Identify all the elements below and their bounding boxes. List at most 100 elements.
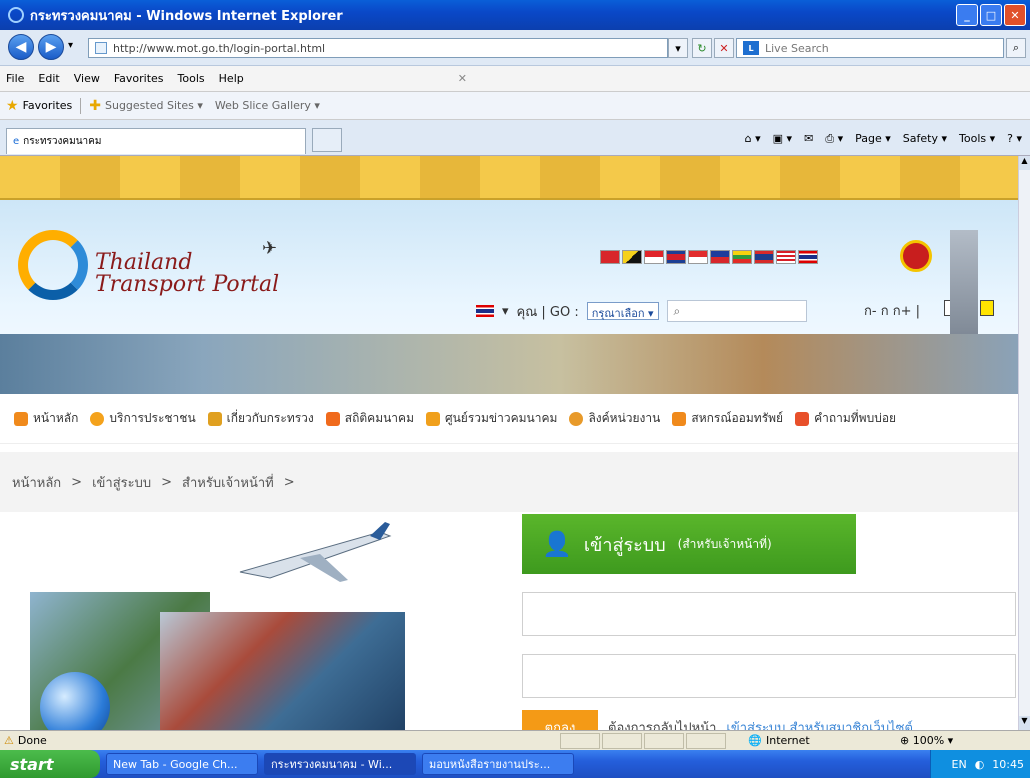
close-toolbar-icon[interactable]: ✕ (458, 72, 467, 85)
nav-faq[interactable]: คำถามที่พบบ่อย (795, 409, 896, 428)
live-search-icon: L (743, 41, 759, 55)
window-title: กระทรวงคมนาคม - Windows Internet Explore… (30, 8, 343, 24)
scroll-down-icon[interactable]: ▼ (1019, 716, 1030, 730)
taskbar-chrome[interactable]: New Tab - Google Ch... (106, 753, 258, 775)
address-bar: ◀ ▶ ▾ http://www.mot.go.th/login-portal.… (0, 30, 1030, 66)
header-tools: ▾ คุณ | GO : กรุณาเลือก ▾ ⌕ (476, 300, 807, 322)
site-header: Thailand Transport Portal ✈ ▾ คุณ | GO:… (0, 200, 1018, 394)
main-content: 👤 เข้าสู่ระบบ (สำหรับเจ้าหน้าที่) ตกลง ต… (0, 512, 1018, 730)
site-search-input[interactable]: ⌕ (666, 300, 807, 322)
services-icon (90, 411, 105, 426)
tab-ie-icon: e (13, 136, 20, 147)
minimize-button[interactable]: _ (956, 4, 978, 26)
breadcrumb-home[interactable]: หน้าหลัก (12, 472, 61, 493)
status-bar: ⚠ Done 🌐 Internet ⊕ 100% ▾ (0, 730, 1030, 750)
favorites-bar: ★ Favorites ✚ Suggested Sites ▾ Web Slic… (0, 92, 1030, 120)
tab-mot[interactable]: e กระทรวงคมนาคม (6, 128, 306, 154)
tab-bar: e กระทรวงคมนาคม ⌂ ▾ ▣ ▾ ✉ ⎙ ▾ Page ▾ Saf… (0, 120, 1030, 156)
language-flag-icon[interactable] (476, 305, 494, 317)
menu-file[interactable]: File (6, 72, 24, 85)
breadcrumb-staff[interactable]: สำหรับเจ้าหน้าที่ (182, 472, 274, 493)
language-indicator[interactable]: EN (952, 758, 967, 771)
safety-menu[interactable]: Safety ▾ (903, 132, 947, 146)
flag-malaysia-icon (776, 250, 796, 264)
menu-view[interactable]: View (74, 72, 100, 85)
mail-icon[interactable]: ✉ (804, 132, 813, 146)
search-icon[interactable]: ⌕ (1006, 38, 1026, 58)
nav-statistics[interactable]: สถิติคมนาคม (325, 409, 414, 428)
menu-edit[interactable]: Edit (38, 72, 59, 85)
page-icon (95, 42, 107, 54)
stop-icon[interactable]: ✕ (714, 38, 734, 58)
new-tab-button[interactable] (312, 128, 342, 152)
nav-public-services[interactable]: บริการประชาชน (90, 409, 196, 428)
search-placeholder: Live Search (765, 41, 829, 55)
url-dropdown-icon[interactable]: ▾ (668, 38, 688, 58)
breadcrumb-login[interactable]: เข้าสู่ระบบ (92, 472, 151, 493)
maximize-button[interactable]: □ (980, 4, 1002, 26)
home-icon[interactable]: ⌂ ▾ (745, 132, 761, 146)
tools-menu[interactable]: Tools ▾ (959, 132, 995, 146)
suggested-sites-link[interactable]: Suggested Sites ▾ (105, 99, 203, 112)
login-title: เข้าสู่ระบบ (583, 534, 666, 556)
back-button[interactable]: ◀ (8, 34, 34, 60)
flag-cambodia-icon (666, 250, 686, 264)
search-input[interactable]: L Live Search (736, 38, 1004, 58)
font-size-controls[interactable]: ก- ก ก+ | (864, 300, 920, 321)
nav-news-center[interactable]: ศูนย์รวมข่าวคมนาคม (425, 409, 557, 428)
password-field[interactable] (522, 654, 1016, 698)
taskbar-ie[interactable]: กระทรวงคมนาคม - Wi... (264, 753, 416, 775)
member-login-link[interactable]: เข้าสู่ระบบ สำหรับสมาชิกเว็บไซต์ (726, 717, 913, 731)
asean-flags (600, 250, 818, 264)
scroll-up-icon[interactable]: ▲ (1019, 156, 1030, 170)
login-subtitle: (สำหรับเจ้าหน้าที่) (677, 536, 772, 551)
clock: 10:45 (992, 757, 1024, 771)
menu-help[interactable]: Help (219, 72, 244, 85)
ok-button[interactable]: ตกลง (522, 710, 598, 730)
airplane-icon: ✈ (262, 238, 278, 259)
nav-cooperative[interactable]: สหกรณ์ออมทรัพย์ (672, 409, 783, 428)
network-icon (425, 411, 440, 426)
help-icon[interactable]: ? ▾ (1007, 132, 1022, 146)
nav-agency-links[interactable]: ลิงค์หน่วยงาน (569, 409, 660, 428)
forward-button[interactable]: ▶ (38, 34, 64, 60)
user-lock-icon: 👤 (542, 530, 572, 558)
zoom-menu[interactable]: ⊕ 100% ▾ (900, 734, 953, 747)
url-input[interactable]: http://www.mot.go.th/login-portal.html (88, 38, 668, 58)
page-viewport: Thailand Transport Portal ✈ ▾ คุณ | GO:… (0, 156, 1018, 730)
megaphone-icon (672, 411, 687, 426)
refresh-icon[interactable]: ↻ (692, 38, 712, 58)
history-dropdown-icon[interactable]: ▾ (68, 40, 73, 51)
menu-tools[interactable]: Tools (178, 72, 205, 85)
go-select[interactable]: กรุณาเลือก ▾ (586, 302, 659, 320)
page-menu[interactable]: Page ▾ (855, 132, 891, 146)
command-bar: ⌂ ▾ ▣ ▾ ✉ ⎙ ▾ Page ▾ Safety ▾ Tools ▾ ? … (745, 132, 1022, 146)
system-tray: EN ◐ 10:45 (930, 750, 1030, 778)
add-favorite-icon[interactable]: ✚ (89, 98, 101, 114)
portal-logo-icon[interactable] (18, 230, 88, 300)
nav-home[interactable]: หน้าหลัก (14, 409, 78, 428)
username-field[interactable] (522, 592, 1016, 636)
internet-zone-icon: 🌐 (748, 734, 762, 747)
taskbar-word[interactable]: มอบหนังสือรายงานประ... (422, 753, 574, 775)
vertical-scrollbar[interactable]: ▲ ▼ (1018, 156, 1030, 730)
print-icon[interactable]: ⎙ ▾ (825, 132, 843, 146)
feeds-icon[interactable]: ▣ ▾ (773, 132, 792, 146)
close-button[interactable]: ✕ (1004, 4, 1026, 26)
portal-logo-text[interactable]: Thailand Transport Portal (95, 252, 279, 296)
contrast-yellow-icon[interactable] (980, 300, 994, 316)
start-button[interactable]: start (0, 750, 100, 778)
login-header: 👤 เข้าสู่ระบบ (สำหรับเจ้าหน้าที่) (522, 514, 856, 574)
flag-singapore-icon (644, 250, 664, 264)
zone-text: Internet (766, 734, 810, 747)
control-tower-image (950, 230, 978, 340)
language-dropdown-icon[interactable]: ▾ (502, 304, 509, 319)
network-icon: ◐ (974, 757, 985, 771)
menu-favorites[interactable]: Favorites (114, 72, 164, 85)
web-slice-gallery-link[interactable]: Web Slice Gallery ▾ (215, 99, 320, 112)
flag-indonesia-icon (688, 250, 708, 264)
faq-icon (795, 411, 810, 426)
favorites-button[interactable]: Favorites (23, 99, 73, 112)
nav-about-ministry[interactable]: เกี่ยวกับกระทรวง (207, 409, 314, 428)
flag-laos-icon (754, 250, 774, 264)
